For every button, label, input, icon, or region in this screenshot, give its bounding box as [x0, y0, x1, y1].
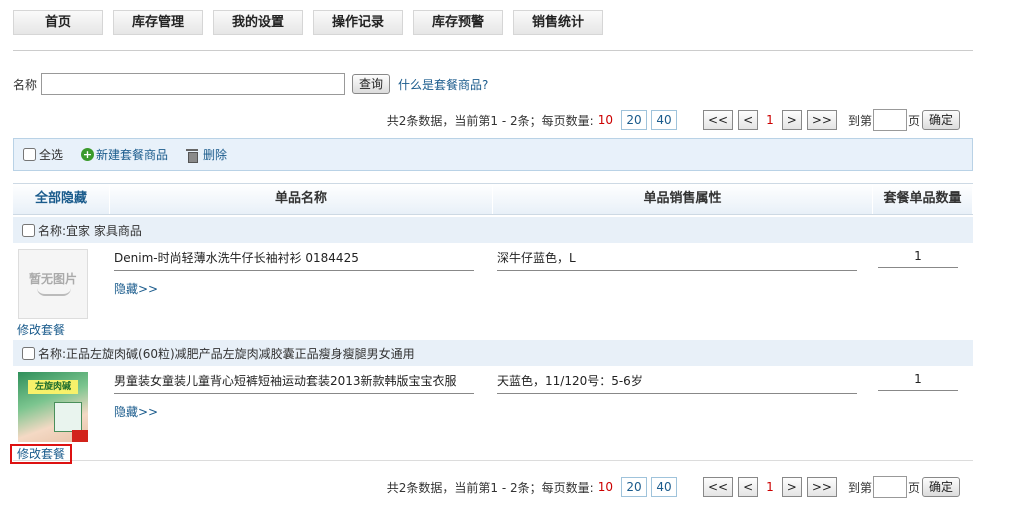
action-toolbar: 全选 + 新建套餐商品 删除	[13, 138, 973, 171]
page-size-20[interactable]: 20	[620, 110, 647, 130]
tab-home[interactable]: 首页	[13, 10, 103, 35]
pagination-summary: 共2条数据，当前第1 - 2条；每页数量:	[386, 480, 594, 495]
item-attr: 天蓝色，11/120号：5-6岁	[497, 372, 857, 394]
page-size-40[interactable]: 40	[650, 110, 677, 130]
new-package-button[interactable]: + 新建套餐商品	[81, 146, 168, 163]
current-page: 1	[766, 480, 774, 494]
edit-package-link[interactable]: 修改套餐	[17, 321, 65, 338]
prev-page-button[interactable]: <	[738, 477, 759, 497]
pagination-bottom: 共2条数据，当前第1 - 2条；每页数量: 10 20 40 << < 1 > …	[387, 476, 960, 498]
col-sale-attr: 单品销售属性	[493, 184, 873, 214]
search-button[interactable]: 查询	[352, 74, 391, 94]
package-group-row: 名称:正品左旋肉碱(60粒)减肥产品左旋肉减胶囊正品瘦身瘦腿男女通用	[13, 340, 973, 366]
search-bar: 名称 查询 什么是套餐商品?	[13, 73, 488, 95]
first-page-button[interactable]: <<	[702, 110, 734, 130]
item-attr: 深牛仔蓝色，L	[497, 249, 857, 271]
goto-prefix: 到第	[847, 480, 872, 495]
last-page-button[interactable]: >>	[806, 477, 837, 497]
tab-stock-alert[interactable]: 库存预警	[413, 10, 503, 35]
current-page: 1	[766, 113, 774, 127]
plus-icon: +	[81, 148, 95, 161]
package-checkbox[interactable]	[22, 223, 35, 237]
main-nav: 首页 库存管理 我的设置 操作记录 库存预警 销售统计	[13, 10, 603, 35]
smile-icon	[37, 288, 71, 296]
page-size-current: 10	[597, 113, 613, 127]
tab-operation-log[interactable]: 操作记录	[313, 10, 403, 35]
no-image-text: 暂无图片	[28, 272, 77, 286]
delete-label: 删除	[203, 148, 228, 162]
pagination-top: 共2条数据，当前第1 - 2条；每页数量: 10 20 40 << < 1 > …	[387, 109, 960, 131]
tab-settings[interactable]: 我的设置	[213, 10, 303, 35]
select-all-checkbox[interactable]	[23, 148, 36, 161]
hide-all-link[interactable]: 全部隐藏	[13, 184, 110, 214]
table-row: 左旋肉碱 修改套餐 男童装女童装儿童背心短裤短袖运动套装2013新款韩版宝宝衣服…	[10, 367, 973, 464]
col-qty: 套餐单品数量	[873, 184, 973, 214]
next-page-button[interactable]: >	[781, 110, 802, 130]
select-all-label: 全选	[39, 148, 64, 162]
package-checkbox[interactable]	[22, 346, 35, 360]
table-header: 全部隐藏 单品名称 单品销售属性 套餐单品数量	[13, 183, 973, 215]
goto-confirm-button[interactable]: 确定	[921, 477, 960, 497]
goto-page-input[interactable]	[872, 109, 907, 131]
col-item-name: 单品名称	[110, 184, 493, 214]
item-name: Denim-时尚轻薄水洗牛仔长袖衬衫 0184425	[114, 249, 474, 271]
select-all[interactable]: 全选	[23, 146, 63, 163]
edit-package-link[interactable]: 修改套餐	[10, 444, 73, 464]
goto-suffix: 页	[907, 113, 920, 128]
tab-inventory[interactable]: 库存管理	[113, 10, 203, 35]
product-image-text: 左旋肉碱	[28, 380, 78, 394]
hide-link[interactable]: 隐藏>>	[114, 280, 158, 297]
goto-suffix: 页	[907, 480, 920, 495]
delete-button[interactable]: 删除	[186, 146, 227, 163]
hide-link[interactable]: 隐藏>>	[114, 403, 158, 420]
item-qty: 1	[878, 372, 958, 391]
goto-prefix: 到第	[847, 113, 872, 128]
last-page-button[interactable]: >>	[806, 110, 837, 130]
item-name: 男童装女童装儿童背心短裤短袖运动套装2013新款韩版宝宝衣服	[114, 372, 474, 394]
page-size-20[interactable]: 20	[620, 477, 647, 497]
item-qty: 1	[878, 249, 958, 268]
page-size-current: 10	[597, 480, 613, 494]
next-page-button[interactable]: >	[781, 477, 802, 497]
goto-page-input[interactable]	[872, 476, 907, 498]
first-page-button[interactable]: <<	[702, 477, 734, 497]
nav-divider	[13, 50, 973, 51]
goto-confirm-button[interactable]: 确定	[921, 110, 960, 130]
package-group-row: 名称:宜家 家具商品	[13, 217, 973, 243]
search-input[interactable]	[41, 73, 346, 95]
prev-page-button[interactable]: <	[738, 110, 759, 130]
table-row: 暂无图片 修改套餐 Denim-时尚轻薄水洗牛仔长袖衬衫 0184425 隐藏>…	[13, 244, 973, 338]
page-size-40[interactable]: 40	[650, 477, 677, 497]
pagination-summary: 共2条数据，当前第1 - 2条；每页数量:	[386, 113, 594, 128]
tab-sales-stats[interactable]: 销售统计	[513, 10, 603, 35]
trash-icon	[186, 148, 199, 163]
search-label: 名称	[13, 77, 38, 92]
no-image-placeholder: 暂无图片	[18, 249, 88, 319]
package-name: 名称:正品左旋肉碱(60粒)减肥产品左旋肉减胶囊正品瘦身瘦腿男女通用	[38, 346, 415, 361]
new-package-label: 新建套餐商品	[96, 148, 169, 162]
package-name: 名称:宜家 家具商品	[38, 223, 142, 238]
package-help-link[interactable]: 什么是套餐商品?	[398, 76, 488, 93]
product-image: 左旋肉碱	[18, 372, 88, 442]
